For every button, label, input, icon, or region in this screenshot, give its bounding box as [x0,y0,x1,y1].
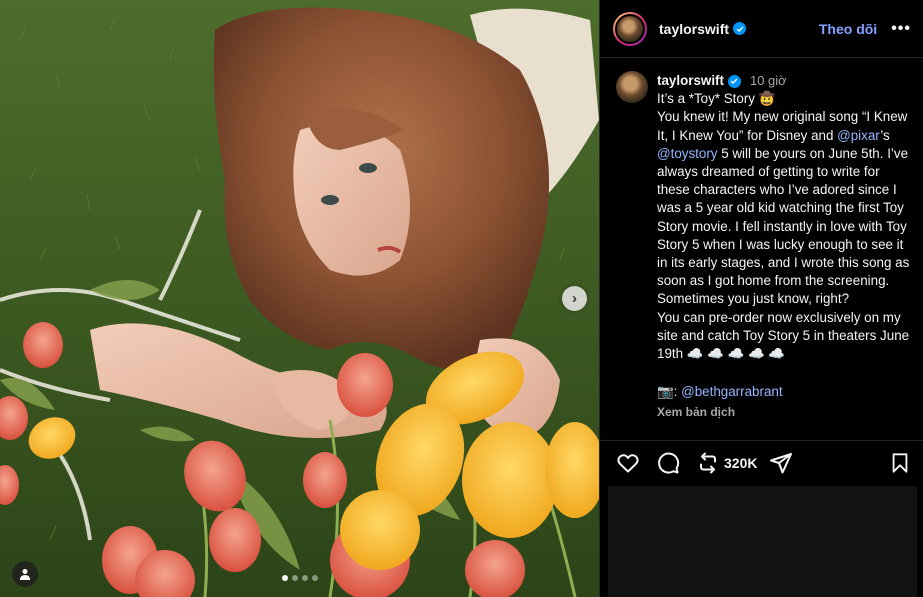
header-username[interactable]: taylorswift [659,21,729,37]
caption-section: taylorswift 10 giờ It’s a *Toy* Story 🤠 … [600,58,923,440]
action-bar: 320K [600,440,923,485]
caption-title: It’s a *Toy* Story 🤠 [657,91,776,107]
mention-link[interactable]: @bethgarrabrant [681,384,782,399]
comment-icon [658,452,680,474]
carousel-dot [292,575,298,581]
follow-button[interactable]: Theo dõi [819,21,877,37]
caption-paragraph: You can pre-order now exclusively on my … [657,309,913,362]
mention-link[interactable]: @toystory [657,146,717,161]
avatar[interactable] [613,11,647,46]
share-icon [770,453,793,474]
carousel-dot [302,575,308,581]
more-options-button[interactable]: ••• [891,20,911,38]
mention-link[interactable]: @pixar [837,128,880,143]
bookmark-icon [892,453,908,473]
post-photo [0,0,599,597]
repost-count: 320K [724,455,758,471]
post-side-panel: taylorswift Theo dõi ••• taylorswift 10 … [599,0,923,597]
verified-badge [733,22,747,35]
post-media[interactable]: › [0,0,599,597]
see-translation-link[interactable]: Xem bản dịch [657,403,911,421]
repost-button[interactable] [696,451,720,475]
repost-icon [700,452,716,474]
caption: taylorswift 10 giờ It’s a *Toy* Story 🤠 … [657,71,911,440]
carousel-indicator [282,575,318,581]
avatar[interactable] [616,71,648,103]
carousel-dot [282,575,288,581]
like-button[interactable] [616,451,640,475]
heart-icon [617,454,639,473]
carousel-next-button[interactable]: › [562,286,587,311]
chevron-right-icon: › [572,290,577,307]
caption-paragraph: You knew it! My new original song “I Kne… [657,109,914,307]
save-button[interactable] [888,451,912,475]
comment-area-placeholder [608,486,917,597]
verified-badge [727,74,741,88]
post-timestamp[interactable]: 10 giờ [750,72,787,90]
user-tag-icon [20,569,30,580]
post-header: taylorswift Theo dõi ••• [600,0,923,58]
share-button[interactable] [769,451,793,475]
carousel-dot [312,575,318,581]
user-tags-button[interactable] [12,561,38,587]
caption-username[interactable]: taylorswift [657,72,724,90]
photo-credit: 📷: @bethgarrabrant [657,384,783,400]
comment-button[interactable] [656,451,680,475]
